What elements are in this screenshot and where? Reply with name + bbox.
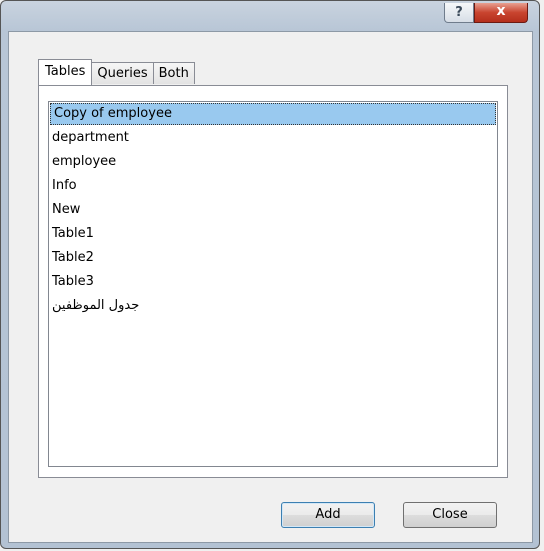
list-item[interactable]: Info xyxy=(49,174,497,198)
close-button[interactable]: Close xyxy=(403,502,497,528)
list-item[interactable]: employee xyxy=(49,150,497,174)
window-close-button[interactable]: x xyxy=(474,3,528,23)
tab-strip: Tables Queries Both xyxy=(38,59,195,86)
tab-panel: Copy of employee department employee Inf… xyxy=(38,85,508,478)
list-item[interactable]: New xyxy=(49,198,497,222)
list-item[interactable]: جدول الموظفين xyxy=(49,294,497,318)
list-item[interactable]: Table2 xyxy=(49,246,497,270)
add-button[interactable]: Add xyxy=(281,502,375,528)
list-item[interactable]: department xyxy=(49,126,497,150)
dialog-window: ? x Tables Queries Both Copy of employee… xyxy=(0,0,540,549)
tab-both[interactable]: Both xyxy=(153,62,195,84)
title-bar[interactable]: ? x xyxy=(1,1,539,33)
help-icon: ? xyxy=(455,5,463,20)
tab-queries[interactable]: Queries xyxy=(92,62,154,84)
list-item[interactable]: Table3 xyxy=(49,270,497,294)
list-item[interactable]: Copy of employee xyxy=(50,103,496,125)
dialog-client-area: Tables Queries Both Copy of employee dep… xyxy=(8,31,533,543)
tab-tables[interactable]: Tables xyxy=(38,59,93,85)
close-icon: x xyxy=(496,3,506,19)
table-listbox[interactable]: Copy of employee department employee Inf… xyxy=(48,101,498,467)
help-button[interactable]: ? xyxy=(444,3,474,23)
list-item[interactable]: Table1 xyxy=(49,222,497,246)
